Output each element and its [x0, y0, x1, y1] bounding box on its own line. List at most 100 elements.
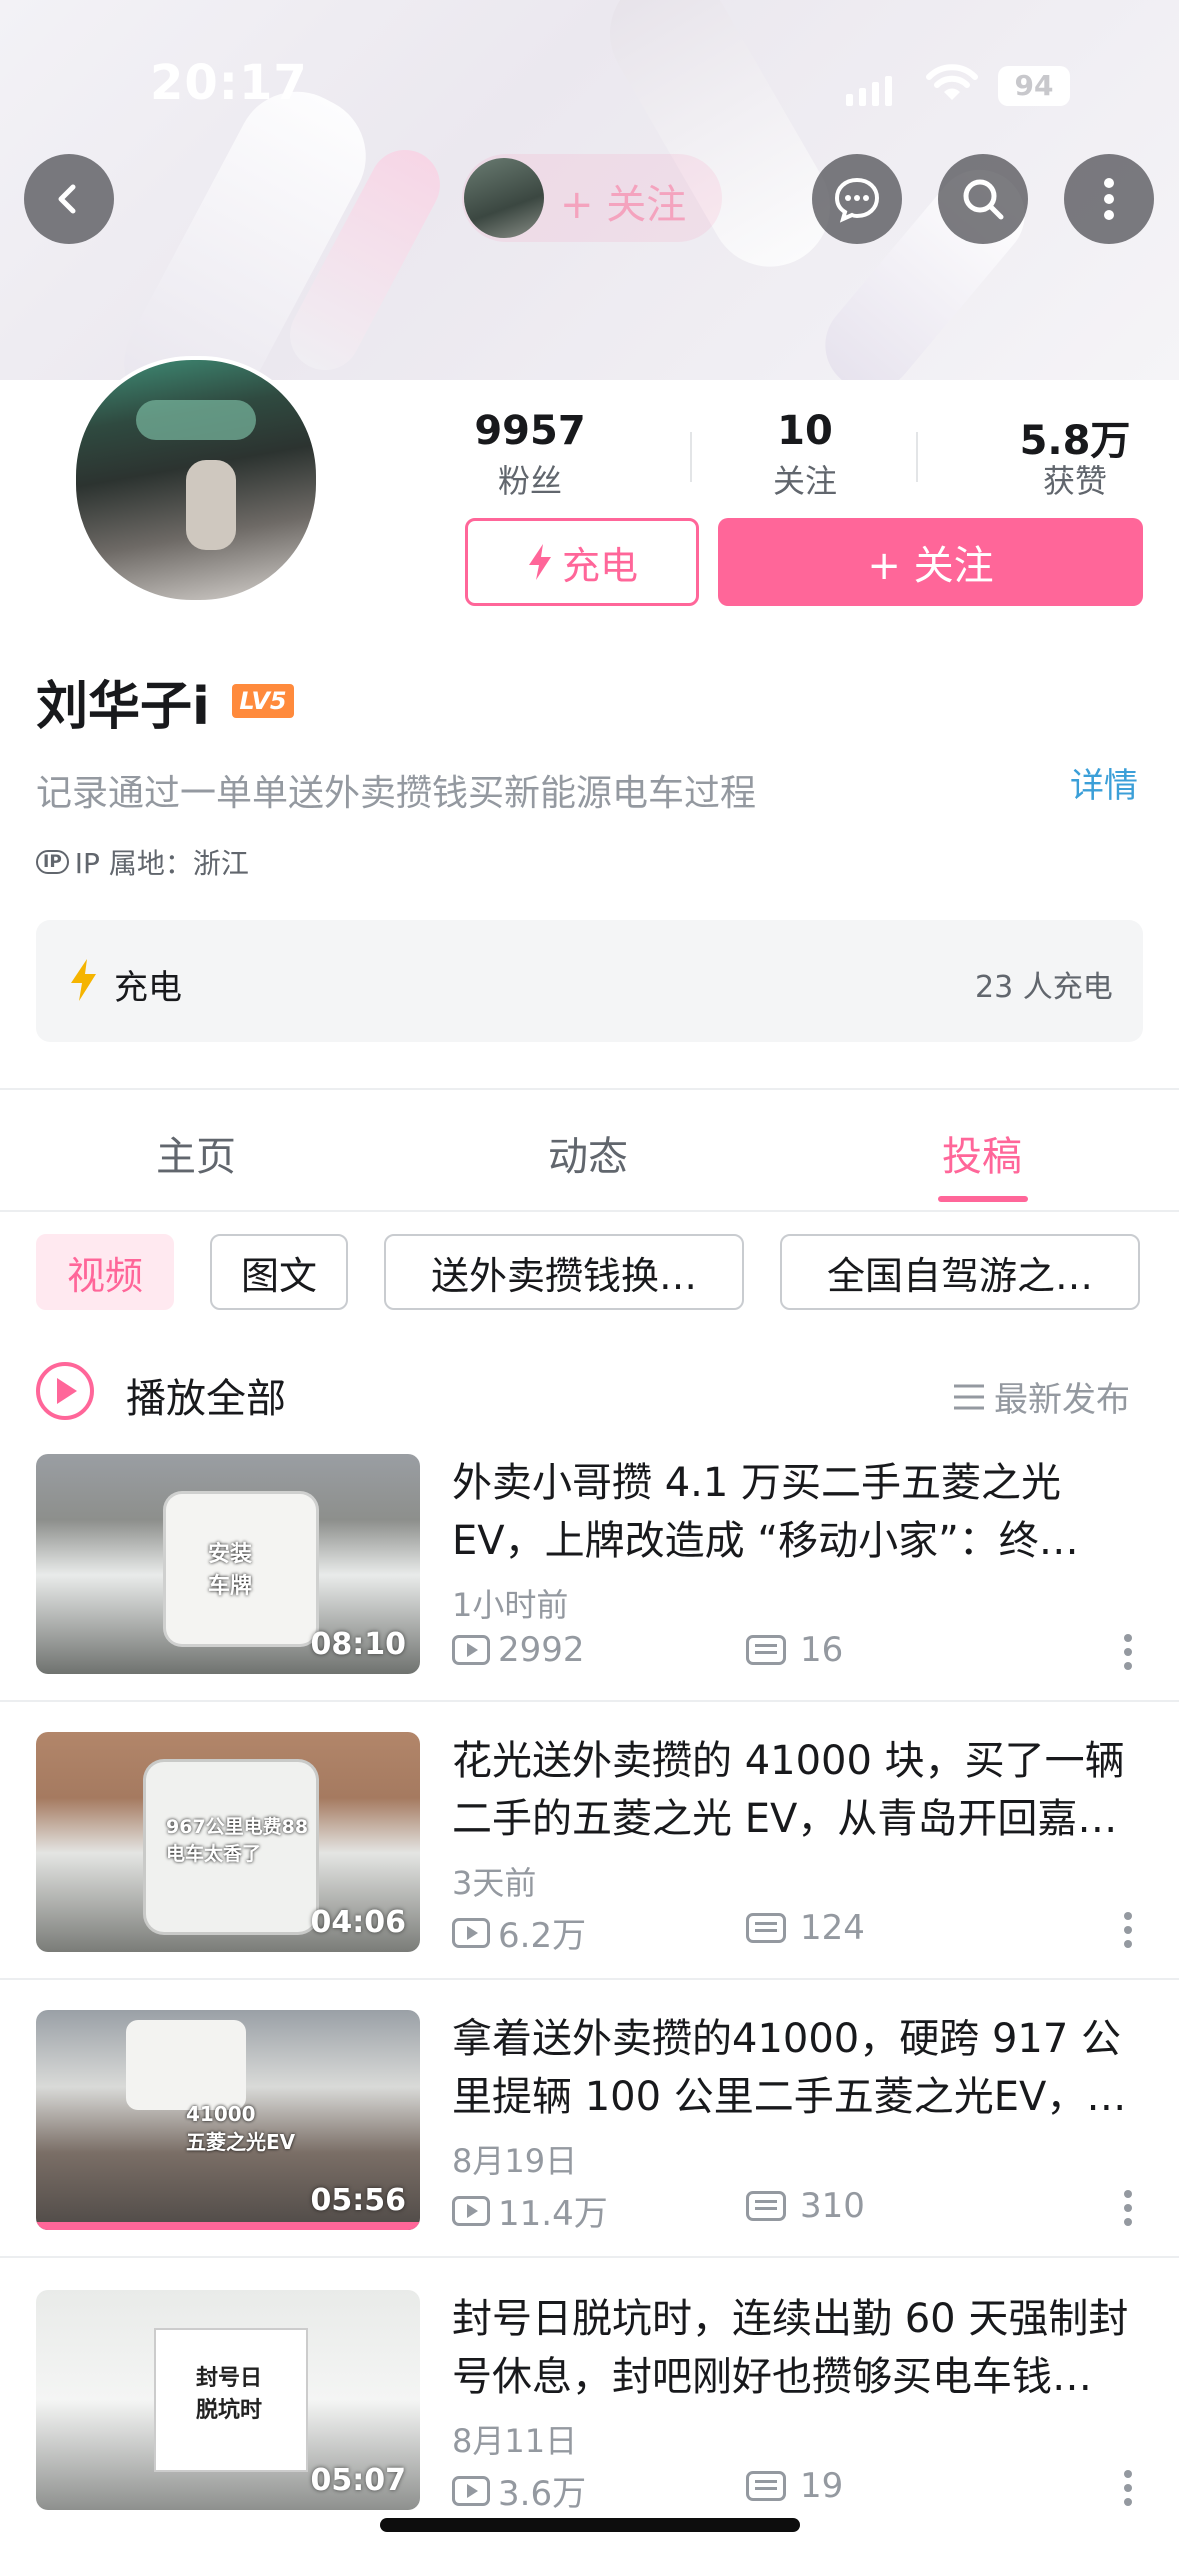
video-plays: 2992 [452, 1630, 585, 1670]
video-thumbnail[interactable]: 967公里电费88 电车太香了 04:06 [36, 1732, 420, 1952]
video-plays: 3.6万 [452, 2466, 586, 2515]
video-date: 8月19日 [452, 2142, 578, 2180]
play-count: 2992 [498, 1630, 585, 1670]
filter-chip-collection-2[interactable]: 全国自驾游之… [780, 1234, 1140, 1310]
message-icon [834, 177, 880, 223]
video-title-line: 里提辆 100 公里二手五菱之光EV，… [452, 2074, 1127, 2120]
ip-location-text: IP 属地：浙江 [74, 847, 249, 880]
video-plays: 6.2万 [452, 1908, 586, 1957]
more-icon [1104, 178, 1114, 220]
stat-followers-value[interactable]: 9957 [440, 408, 620, 454]
video-plays: 11.4万 [452, 2186, 608, 2235]
play-count: 6.2万 [498, 1916, 587, 1956]
stat-divider [916, 432, 918, 482]
follow-button[interactable]: + 关注 [718, 518, 1143, 606]
back-button[interactable] [24, 154, 114, 244]
thumbnail-caption: 41000 五菱之光EV [186, 2102, 296, 2154]
video-duration: 05:07 [310, 2463, 407, 2498]
charge-panel-label: 充电 [114, 968, 182, 1008]
video-danmaku: 310 [746, 2186, 865, 2226]
video-title-line: 拿着送外卖攒的41000，硬跨 917 公 [452, 2016, 1122, 2062]
username: 刘华子i [36, 677, 210, 737]
banner-decoration [588, 0, 852, 289]
stat-followers-label[interactable]: 粉丝 [440, 456, 620, 502]
search-button[interactable] [938, 154, 1028, 244]
video-thumbnail[interactable]: 41000 五菱之光EV 05:56 [36, 2010, 420, 2230]
stat-likes-label: 获赞 [1042, 462, 1107, 500]
stat-divider [690, 432, 692, 482]
play-count: 11.4万 [498, 2194, 608, 2234]
ip-location-row: IP IP 属地：浙江 [36, 842, 249, 882]
tab-home[interactable]: 主页 [156, 1124, 236, 1182]
video-danmaku: 124 [746, 1908, 865, 1948]
filter-chip-video[interactable]: 视频 [36, 1234, 174, 1310]
tab-uploads[interactable]: 投稿 [942, 1124, 1022, 1182]
message-button[interactable] [812, 154, 902, 244]
danmaku-count: 19 [800, 2466, 844, 2506]
play-circle-icon[interactable] [36, 1362, 94, 1420]
danmaku-icon [746, 1635, 786, 1665]
video-more-button[interactable] [1124, 2190, 1134, 2226]
video-title-line: 封号日脱坑时，连续出勤 60 天强制封 [452, 2296, 1129, 2342]
play-count-icon [452, 2195, 490, 2226]
sort-button[interactable]: 最新发布 [952, 1372, 1130, 1421]
video-date: 3天前 [452, 1864, 537, 1902]
thumbnail-caption: 封号日 脱坑时 [196, 2366, 263, 2423]
filter-chip-collection-1[interactable]: 送外卖攒钱换… [384, 1234, 744, 1310]
bio-text: 记录通过一单单送外卖攒钱买新能源电车过程 [36, 773, 757, 814]
video-more-button[interactable] [1124, 1912, 1134, 1948]
filter-chip-article[interactable]: 图文 [210, 1234, 348, 1310]
danmaku-icon [746, 2471, 786, 2501]
sort-icon [954, 1384, 984, 1409]
video-duration: 04:06 [310, 1905, 407, 1940]
video-item[interactable]: 安装 车牌 08:10 外卖小哥攒 4.1 万买二手五菱之光 EV，上牌改造成 “… [0, 1454, 1179, 1734]
video-item[interactable]: 41000 五菱之光EV 05:56 拿着送外卖攒的41000，硬跨 917 公 … [0, 2010, 1179, 2290]
play-count-icon [452, 1917, 490, 1948]
video-danmaku: 19 [746, 2466, 843, 2506]
play-all-button[interactable]: 播放全部 [126, 1366, 286, 1424]
video-thumbnail[interactable]: 封号日 脱坑时 05:07 [36, 2290, 420, 2510]
video-title[interactable]: 拿着送外卖攒的41000，硬跨 917 公 里提辆 100 公里二手五菱之光EV… [452, 2010, 1132, 2126]
stat-following-label[interactable]: 关注 [715, 456, 895, 502]
video-title[interactable]: 花光送外卖攒的 41000 块，买了一辆 二手的五菱之光 EV，从青岛开回嘉… [452, 1732, 1132, 1848]
charge-count[interactable]: 23 人充电 [975, 962, 1113, 1006]
top-avatar [464, 158, 544, 238]
video-thumbnail[interactable]: 安装 车牌 08:10 [36, 1454, 420, 1674]
danmaku-icon [746, 1913, 786, 1943]
watch-progress-bar [36, 2222, 420, 2230]
tab-dynamics[interactable]: 动态 [548, 1124, 628, 1182]
home-indicator[interactable] [380, 2518, 800, 2532]
top-follow-label[interactable]: + 关注 [560, 172, 686, 230]
divider [0, 1700, 1179, 1702]
search-icon [963, 179, 1004, 220]
lightning-icon [71, 959, 96, 1001]
charge-button[interactable]: 充电 [465, 518, 699, 606]
video-title[interactable]: 封号日脱坑时，连续出勤 60 天强制封 号休息，封吧刚好也攒够买电车钱… [452, 2290, 1132, 2406]
status-time: 20:17 [150, 55, 308, 111]
video-title[interactable]: 外卖小哥攒 4.1 万买二手五菱之光 EV，上牌改造成 “移动小家”：终… [452, 1454, 1132, 1570]
wifi-icon [925, 64, 979, 108]
battery-indicator: 94 [998, 66, 1070, 106]
divider [0, 2256, 1179, 2258]
detail-link[interactable]: 详情 [1070, 758, 1138, 807]
thumbnail-caption: 967公里电费88 电车太香了 [166, 1816, 309, 1865]
charge-button-label: 充电 [561, 543, 638, 588]
video-more-button[interactable] [1124, 2470, 1134, 2506]
play-count: 3.6万 [498, 2474, 587, 2514]
back-icon [58, 184, 76, 214]
stat-following-value[interactable]: 10 [715, 408, 895, 454]
more-button[interactable] [1064, 154, 1154, 244]
video-item[interactable]: 967公里电费88 电车太香了 04:06 花光送外卖攒的 41000 块，买了一… [0, 1732, 1179, 2012]
danmaku-count: 124 [800, 1908, 865, 1948]
avatar[interactable] [72, 356, 320, 604]
lightning-icon [528, 544, 551, 580]
danmaku-icon [746, 2191, 786, 2221]
video-date: 1小时前 [452, 1586, 569, 1624]
thumbnail-caption: 安装 车牌 [208, 1542, 253, 1599]
danmaku-count: 16 [800, 1630, 844, 1670]
sort-label: 最新发布 [994, 1380, 1130, 1420]
video-date: 8月11日 [452, 2422, 578, 2460]
signal-icon [846, 72, 892, 106]
tab-active-indicator [938, 1196, 1028, 1202]
video-more-button[interactable] [1124, 1634, 1134, 1670]
